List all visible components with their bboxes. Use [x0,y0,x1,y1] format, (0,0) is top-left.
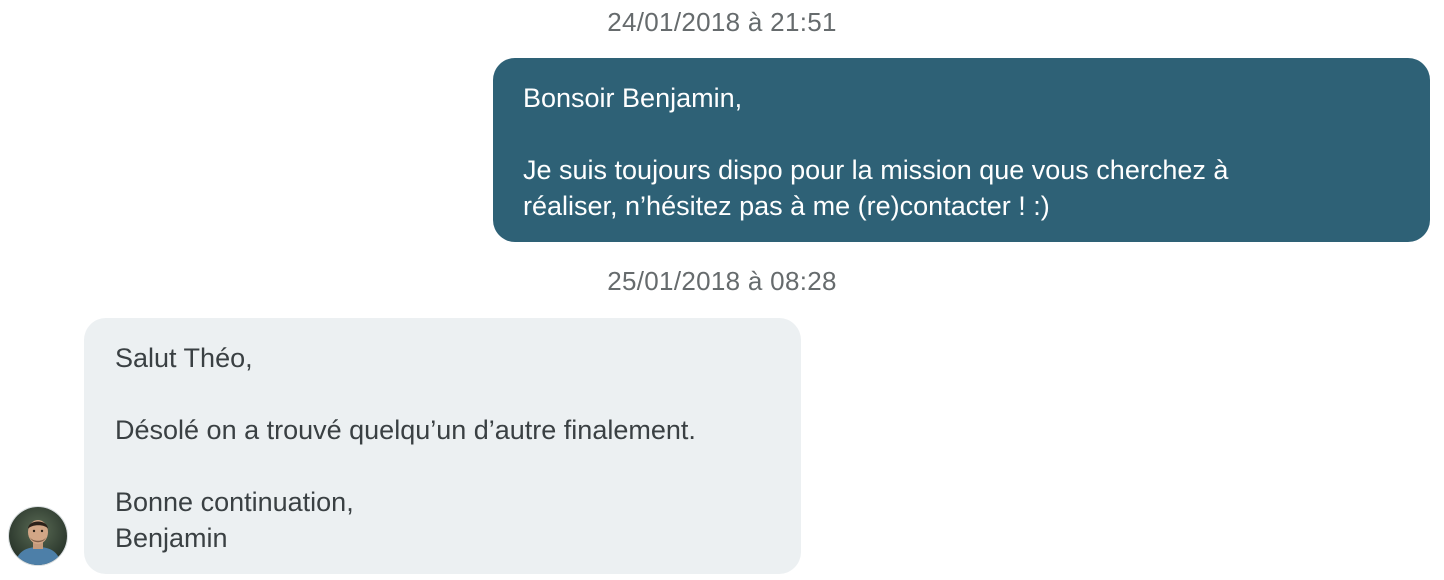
user-avatar-photo-icon[interactable] [8,506,68,566]
message-timestamp: 25/01/2018 à 08:28 [607,266,837,296]
outgoing-message-bubble: Bonsoir Benjamin, Je suis toujours dispo… [493,58,1430,242]
message-text: Salut Théo, Désolé on a trouvé quelqu’un… [115,343,696,553]
message-text: Bonsoir Benjamin, Je suis toujours dispo… [523,83,1229,221]
message-timestamp: 24/01/2018 à 21:51 [607,7,837,37]
incoming-message-bubble: Salut Théo, Désolé on a trouvé quelqu’un… [84,318,801,574]
avatar-photo [9,507,67,565]
